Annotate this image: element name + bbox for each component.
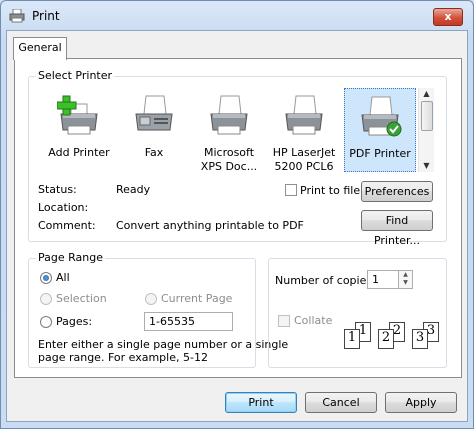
comment-value: Convert anything printable to PDF [116, 219, 304, 232]
preferences-button-label: Preferences [364, 185, 430, 198]
copies-input[interactable]: 1 [367, 270, 399, 289]
spin-down-icon[interactable]: ▼ [399, 279, 412, 287]
add-printer-icon [57, 95, 98, 135]
tab-general-label: General [18, 41, 62, 54]
window-title: Print [32, 9, 60, 23]
radio-all[interactable] [40, 272, 52, 284]
printer-label: Add Printer [48, 146, 110, 159]
printer-item-hp-laserjet[interactable]: HP LaserJet 5200 PCL6 [269, 88, 339, 173]
radio-selection[interactable] [40, 293, 52, 305]
fax-icon [135, 95, 173, 131]
cancel-button[interactable]: Cancel [305, 392, 377, 413]
printer-item-add-printer[interactable]: Add Printer [44, 88, 114, 172]
printer-label: Fax [144, 146, 164, 159]
print-button[interactable]: Print [225, 392, 297, 413]
radio-selection-label[interactable]: Selection [56, 292, 107, 305]
radio-current-page-label[interactable]: Current Page [161, 292, 232, 305]
printer-icon [210, 95, 248, 135]
pages-input[interactable]: 1-65535 [144, 312, 233, 331]
print-button-label: Print [248, 396, 274, 409]
printer-list[interactable]: Add Printer Fax Microsoft XPS Doc... HP … [36, 88, 418, 174]
location-label: Location: [38, 201, 89, 214]
scroll-up-icon[interactable]: ▲ [419, 88, 434, 100]
tab-general[interactable]: General [13, 37, 67, 60]
page-range-help-line1: Enter either a single page number or a s… [38, 338, 289, 351]
print-to-file-checkbox[interactable] [285, 184, 297, 196]
default-printer-icon [361, 96, 402, 137]
radio-pages-label[interactable]: Pages: [56, 315, 92, 328]
copies-label: Number of copies: [275, 274, 376, 287]
printer-label: HP LaserJet 5200 PCL6 [272, 146, 336, 173]
find-printer-button-label: Find Printer... [373, 214, 421, 247]
collate-page-front: 1 [344, 329, 360, 349]
collate-checkbox[interactable] [278, 315, 290, 327]
radio-current-page[interactable] [145, 293, 157, 305]
title-bar[interactable]: Print x [1, 1, 473, 31]
close-icon: x [444, 10, 452, 23]
printer-icon [9, 9, 25, 23]
page-range-help-line2: page range. For example, 5-12 [38, 351, 208, 364]
select-printer-legend: Select Printer [36, 69, 115, 82]
printer-item-microsoft-xps[interactable]: Microsoft XPS Doc... [194, 88, 264, 173]
preferences-button[interactable]: Preferences [361, 181, 433, 202]
find-printer-button[interactable]: Find Printer... [361, 210, 433, 247]
printer-item-pdf-printer[interactable]: PDF Printer [344, 88, 416, 172]
printer-list-scrollbar[interactable]: ▲ ▼ [418, 88, 434, 172]
printer-label: PDF Printer [349, 147, 411, 160]
printer-icon [285, 95, 323, 135]
apply-button-label: Apply [405, 396, 437, 409]
close-button[interactable]: x [433, 8, 463, 26]
status-label: Status: [38, 183, 77, 196]
radio-all-label[interactable]: All [56, 271, 70, 284]
print-to-file-label[interactable]: Print to file [300, 184, 360, 197]
collate-label[interactable]: Collate [294, 314, 332, 327]
status-value: Ready [116, 183, 151, 196]
comment-label: Comment: [38, 219, 96, 232]
cancel-button-label: Cancel [322, 396, 360, 409]
printer-item-fax[interactable]: Fax [119, 88, 189, 172]
collate-page-front: 3 [412, 329, 428, 349]
collate-page-front: 2 [378, 329, 394, 349]
radio-pages[interactable] [40, 316, 52, 328]
page-range-legend: Page Range [36, 251, 105, 264]
printer-label: Microsoft XPS Doc... [200, 146, 258, 173]
scroll-thumb[interactable] [421, 101, 433, 131]
apply-button[interactable]: Apply [385, 392, 457, 413]
scroll-down-icon[interactable]: ▼ [419, 160, 434, 172]
copies-spinner[interactable]: ▲ ▼ [398, 270, 413, 289]
spin-up-icon[interactable]: ▲ [399, 271, 412, 279]
